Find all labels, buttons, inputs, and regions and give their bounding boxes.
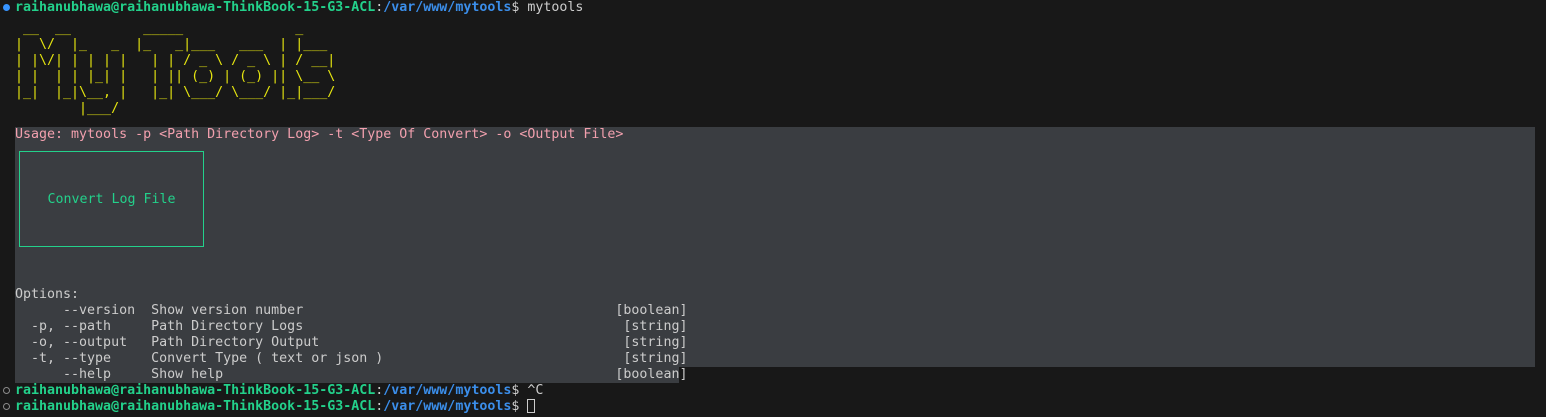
interrupt-text: ^C [527, 383, 544, 398]
option-line-help: --help Show help [boolean] [15, 367, 688, 382]
prompt-symbol: $ [511, 0, 528, 15]
command-text: mytools [527, 0, 584, 15]
option-line-output: -o, --output Path Directory Output [stri… [15, 335, 688, 350]
prompt-user-host: raihanubhawa@raihanubhawa-ThinkBook-15-G… [15, 0, 376, 15]
option-line-type: -t, --type Convert Type ( text or json )… [15, 351, 688, 366]
terminal-cursor[interactable] [527, 399, 536, 413]
command-status-dot-icon[interactable] [3, 4, 10, 11]
prompt-line: raihanubhawa@raihanubhawa-ThinkBook-15-G… [15, 383, 543, 399]
prompt-cwd: /var/www/mytools [383, 383, 512, 398]
option-line-version: --version Show version number [boolean] [15, 303, 688, 318]
prompt-symbol: $ [511, 383, 528, 398]
prompt-cwd: /var/www/mytools [383, 399, 512, 414]
ascii-banner: __ __ _____ _ | \/ |_ _ |_ _|___ ___ | |… [15, 21, 336, 116]
prompt-symbol: $ [511, 399, 528, 414]
prompt-user-host: raihanubhawa@raihanubhawa-ThinkBook-15-G… [15, 383, 376, 398]
box-label: Convert Log File [47, 191, 176, 207]
convert-log-file-box: Convert Log File [19, 151, 204, 247]
command-status-dot-icon[interactable] [3, 403, 10, 410]
command-status-dot-icon[interactable] [3, 387, 10, 394]
usage-text: Usage: mytools -p <Path Directory Log> -… [15, 127, 624, 142]
option-line-path: -p, --path Path Directory Logs [string] [15, 319, 688, 334]
prompt-user-host: raihanubhawa@raihanubhawa-ThinkBook-15-G… [15, 399, 376, 414]
options-header: Options: [15, 287, 80, 302]
prompt-line-active[interactable]: raihanubhawa@raihanubhawa-ThinkBook-15-G… [15, 399, 536, 415]
prompt-line: raihanubhawa@raihanubhawa-ThinkBook-15-G… [15, 0, 583, 16]
prompt-cwd: /var/www/mytools [383, 0, 512, 15]
